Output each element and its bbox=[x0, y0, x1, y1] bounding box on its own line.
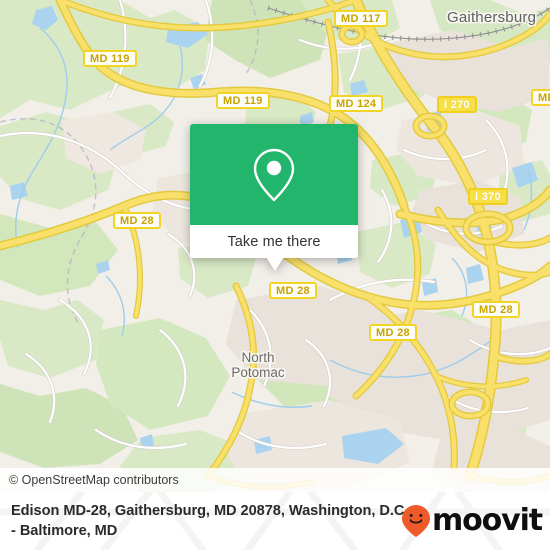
road-shield-i-270[interactable]: I 270 bbox=[437, 96, 477, 113]
road-shield-i-370[interactable]: I 370 bbox=[468, 188, 508, 205]
page-title: Edison MD-28, Gaithersburg, MD 20878, Wa… bbox=[11, 503, 409, 539]
road-shield-md-28-south[interactable]: MD 28 bbox=[369, 324, 417, 341]
map-pin-icon bbox=[253, 148, 295, 201]
road-shield-md-119-west[interactable]: MD 119 bbox=[83, 50, 137, 67]
callout-pointer-tail bbox=[266, 257, 284, 271]
road-shield-md-28-west[interactable]: MD 28 bbox=[113, 212, 161, 229]
road-shield-md-28-east[interactable]: MD 28 bbox=[472, 301, 520, 318]
moovit-wordmark: moovit bbox=[431, 503, 543, 538]
road-shield-md-124[interactable]: MD 124 bbox=[329, 95, 384, 112]
take-me-there-label: Take me there bbox=[227, 233, 321, 250]
road-shield-md-28-center[interactable]: MD 28 bbox=[269, 282, 317, 299]
map-canvas[interactable]: Gaithersburg North Potomac MD 117 MD 119 … bbox=[0, 0, 550, 492]
moovit-pin-icon bbox=[401, 505, 430, 537]
callout-card-body: Take me there bbox=[190, 124, 358, 258]
page-footer: Edison MD-28, Gaithersburg, MD 20878, Wa… bbox=[0, 492, 550, 550]
road-shield-md-119-east[interactable]: MD 119 bbox=[216, 92, 270, 109]
moovit-map-screenshot: Gaithersburg North Potomac MD 117 MD 119 … bbox=[0, 0, 550, 550]
callout-card-footer[interactable]: Take me there bbox=[190, 225, 358, 258]
location-callout-card[interactable]: Take me there bbox=[190, 124, 358, 271]
road-shield-md-117[interactable]: MD 117 bbox=[334, 10, 388, 27]
osm-attribution-text[interactable]: © OpenStreetMap contributors bbox=[0, 473, 179, 487]
callout-card-header bbox=[190, 124, 358, 225]
moovit-logo[interactable]: moovit bbox=[401, 503, 543, 538]
map-attribution-bar: © OpenStreetMap contributors bbox=[0, 468, 550, 492]
road-shield-md-edge[interactable]: MD bbox=[531, 89, 550, 106]
